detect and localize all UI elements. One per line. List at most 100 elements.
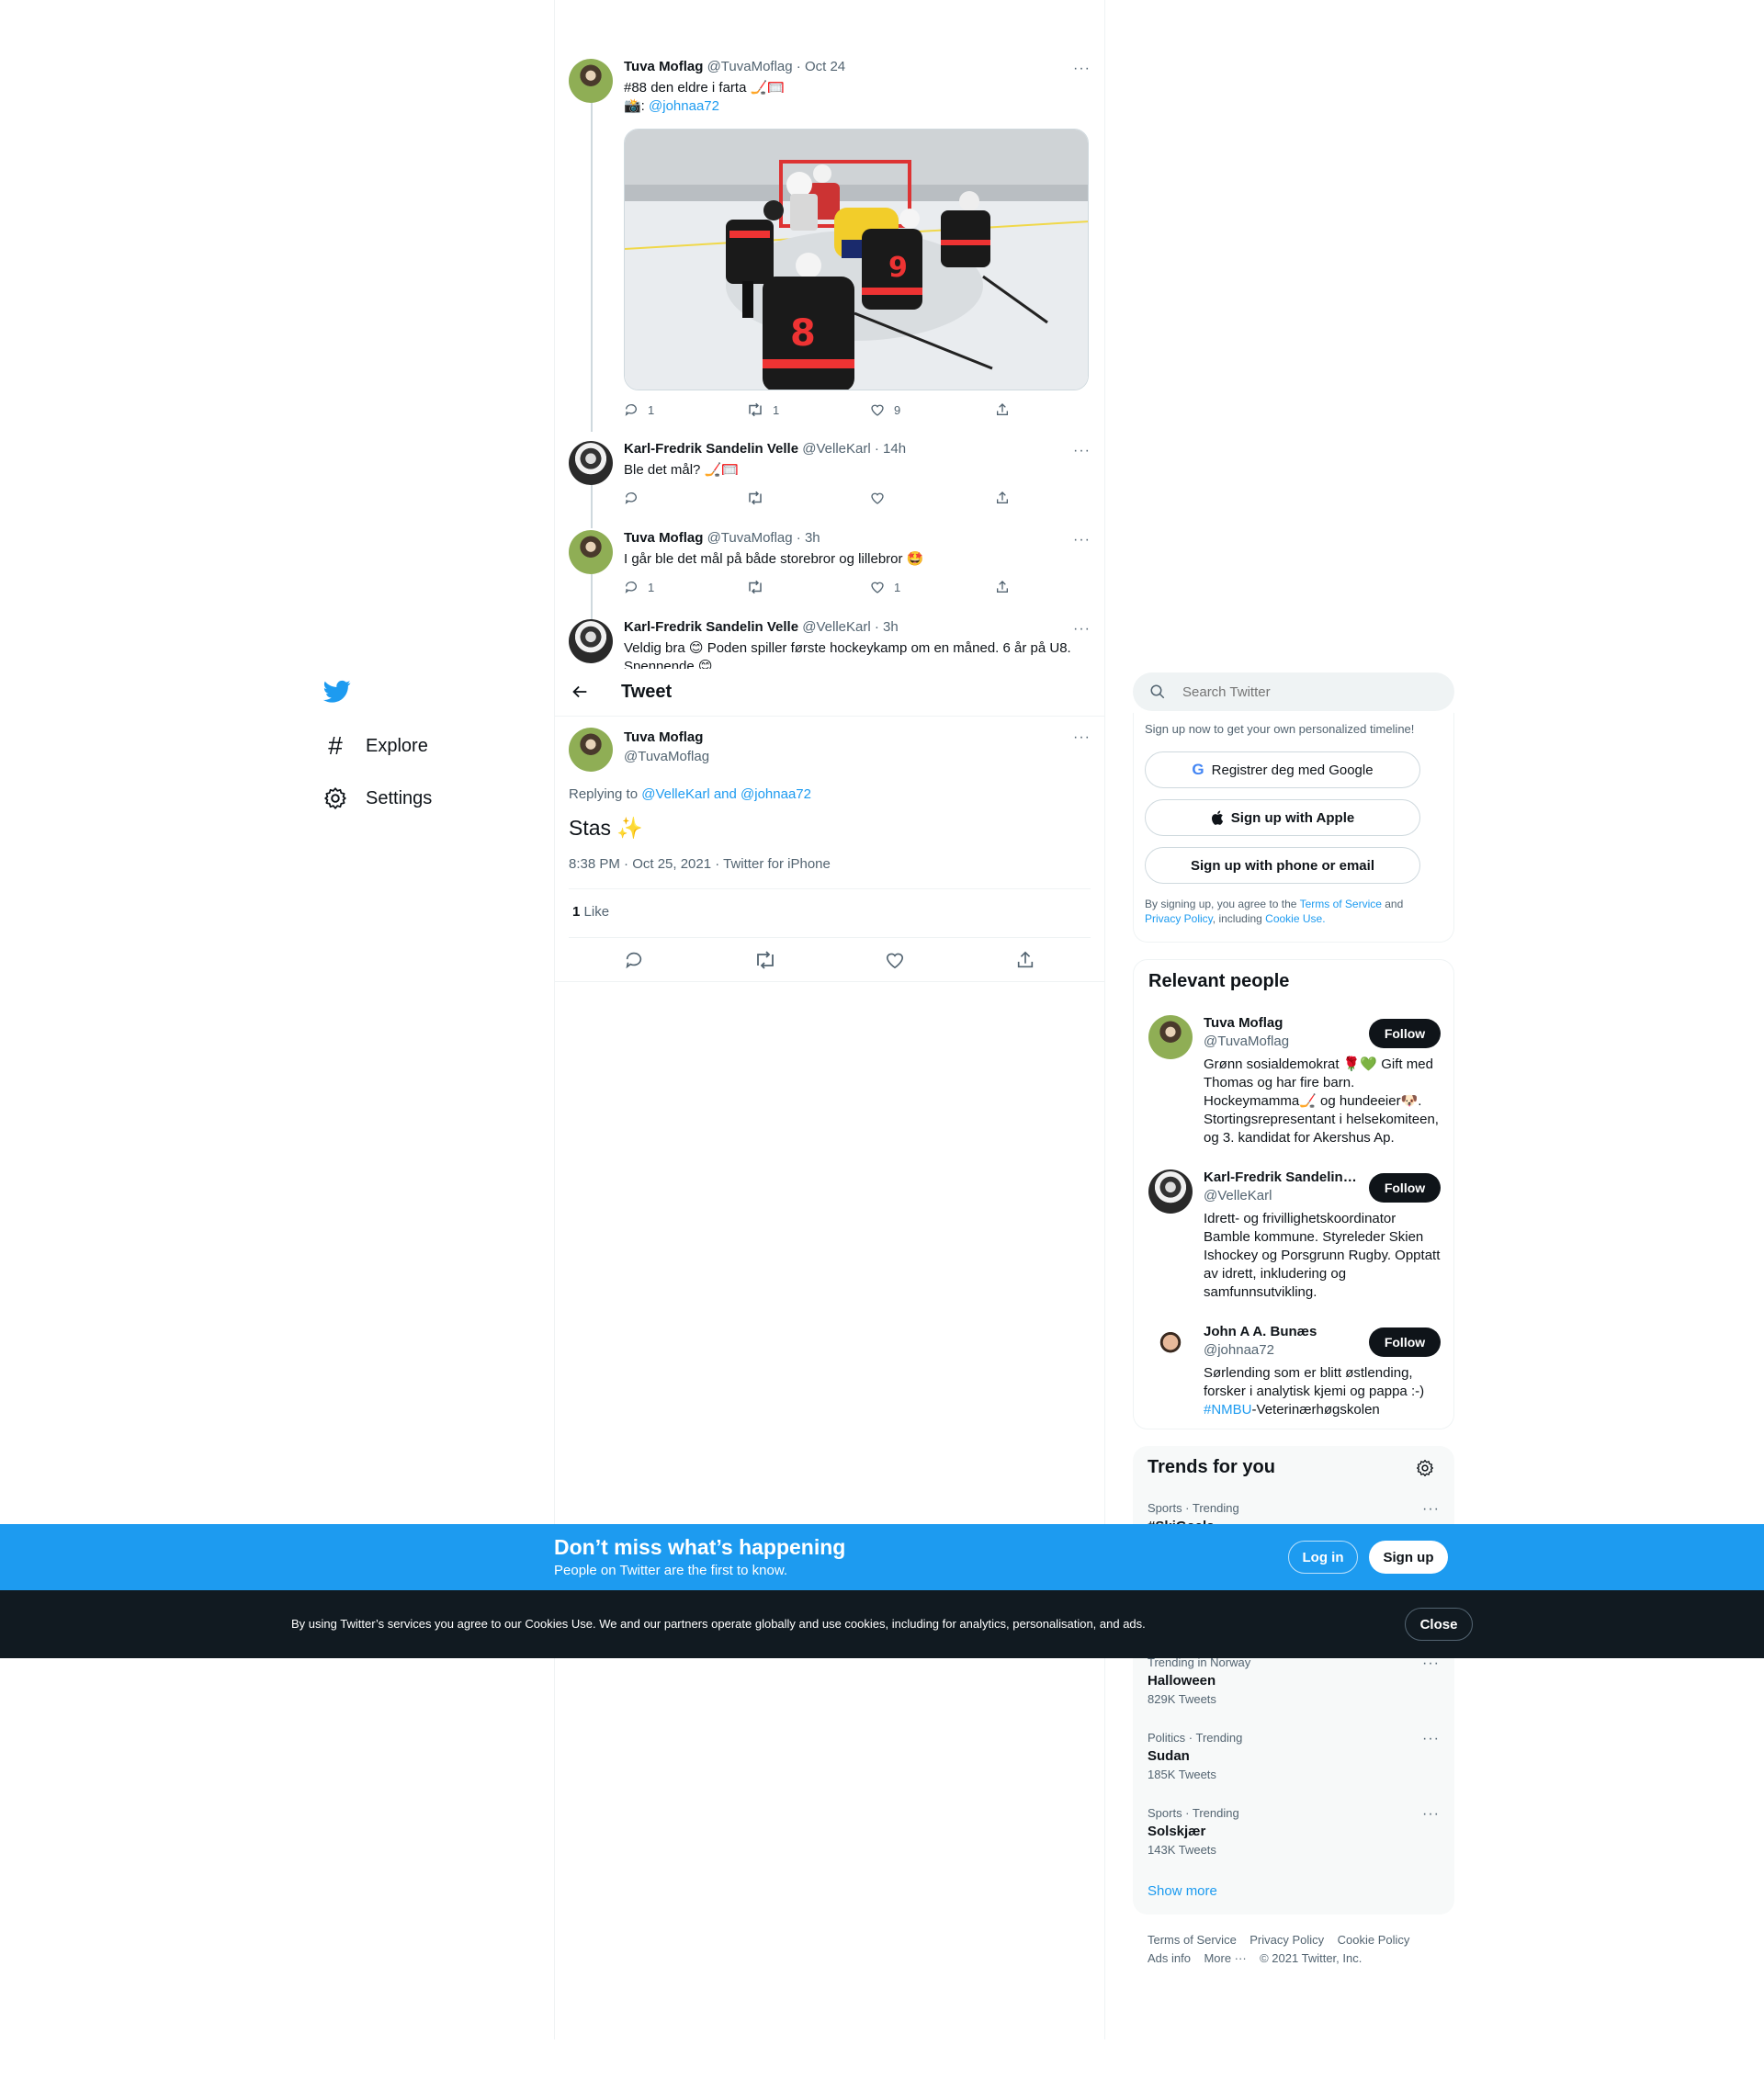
person-card[interactable]: Tuva Moflag @TuvaMoflag Follow Grønn sos… xyxy=(1148,1015,1441,1153)
avatar[interactable] xyxy=(569,530,613,574)
login-button[interactable]: Log in xyxy=(1288,1541,1358,1574)
person-name[interactable]: John A A. Bunæs xyxy=(1204,1324,1360,1339)
follow-button[interactable]: Follow xyxy=(1369,1173,1441,1203)
trends-settings-icon[interactable] xyxy=(1416,1459,1434,1477)
share-icon xyxy=(997,403,1008,415)
avatar[interactable] xyxy=(569,728,613,772)
avatar[interactable] xyxy=(569,441,613,485)
like-button[interactable] xyxy=(885,950,905,970)
retweet-button[interactable] xyxy=(747,580,763,594)
retweet-button[interactable]: 1 xyxy=(747,402,779,417)
person-name[interactable]: Tuva Moflag xyxy=(1204,1015,1360,1031)
trend-item[interactable]: Politics · Trending Sudan 185K Tweets ··… xyxy=(1148,1731,1440,1781)
main-tweet-actions xyxy=(569,948,1091,985)
search-input[interactable] xyxy=(1182,682,1430,702)
like-count: 9 xyxy=(894,402,901,417)
more-icon[interactable]: ··· xyxy=(1073,621,1091,638)
author-handle[interactable]: @VelleKarl xyxy=(802,619,870,635)
tweet-line: #88 den eldre i farta 🏒🥅 xyxy=(624,80,785,96)
author-name[interactable]: Karl-Fredrik Sandelin Velle xyxy=(624,619,798,635)
person-handle[interactable]: @TuvaMoflag xyxy=(1204,1034,1289,1049)
more-icon[interactable]: ··· xyxy=(1073,729,1091,746)
more-icon[interactable]: ··· xyxy=(1073,61,1091,77)
share-button[interactable] xyxy=(995,580,1010,594)
signup-button[interactable]: Sign up xyxy=(1369,1541,1448,1574)
follow-button[interactable]: Follow xyxy=(1369,1019,1441,1048)
tweet-time[interactable]: · 3h xyxy=(797,530,820,546)
author-handle[interactable]: @TuvaMoflag xyxy=(707,530,793,546)
author-name[interactable]: Tuva Moflag xyxy=(624,530,703,546)
trend-item[interactable]: Sports · Trending Solskjær 143K Tweets ·… xyxy=(1148,1806,1440,1857)
footer-cookie-link[interactable]: Cookie Policy xyxy=(1338,1933,1410,1947)
nav-settings[interactable]: Settings xyxy=(323,786,432,810)
like-button[interactable]: 1 xyxy=(870,580,900,594)
retweet-button[interactable] xyxy=(754,950,776,970)
thread-tweet[interactable]: Karl-Fredrik Sandelin Velle @VelleKarl ·… xyxy=(569,441,1091,514)
share-icon xyxy=(997,491,1008,503)
terms-link[interactable]: Terms of Service xyxy=(1300,898,1382,910)
tweet-time[interactable]: · 3h xyxy=(875,619,899,635)
avatar[interactable] xyxy=(1148,1169,1193,1214)
author-name[interactable]: Tuva Moflag xyxy=(624,59,703,74)
share-icon xyxy=(997,581,1008,593)
bio-hashtag-link[interactable]: #NMBU xyxy=(1204,1402,1252,1418)
author-handle[interactable]: @VelleKarl xyxy=(802,441,870,457)
footer-ads-link[interactable]: Ads info xyxy=(1148,1951,1191,1965)
mention-link[interactable]: @johnaa72 xyxy=(649,98,719,114)
retweet-button[interactable] xyxy=(747,491,763,505)
nav-explore[interactable]: # Explore xyxy=(323,733,428,759)
privacy-link[interactable]: Privacy Policy xyxy=(1145,912,1213,925)
person-card[interactable]: John A A. Bunæs @johnaa72 Follow Sørlend… xyxy=(1148,1324,1441,1425)
footer-terms-link[interactable]: Terms of Service xyxy=(1148,1933,1237,1947)
cookie-link[interactable]: Cookie Use. xyxy=(1265,912,1325,925)
more-icon[interactable]: ··· xyxy=(1422,1731,1440,1747)
google-signup-button[interactable]: G Registrer deg med Google xyxy=(1145,751,1420,788)
author-handle[interactable]: @TuvaMoflag xyxy=(707,59,793,74)
author-handle[interactable]: @TuvaMoflag xyxy=(624,749,709,764)
more-icon[interactable]: ··· xyxy=(1422,1501,1440,1518)
avatar[interactable] xyxy=(569,59,613,103)
reply-button[interactable]: 1 xyxy=(624,580,654,594)
person-card[interactable]: Karl-Fredrik Sandelin Velle @VelleKarl F… xyxy=(1148,1169,1441,1307)
reply-button[interactable] xyxy=(624,950,644,970)
like-button[interactable] xyxy=(870,491,885,505)
author-name[interactable]: Karl-Fredrik Sandelin Velle xyxy=(624,441,798,457)
author-name[interactable]: Tuva Moflag xyxy=(624,729,703,745)
twitter-logo-icon[interactable] xyxy=(323,680,351,704)
share-button[interactable] xyxy=(1015,950,1035,970)
reply-button[interactable]: 1 xyxy=(624,402,654,417)
avatar[interactable] xyxy=(1148,1324,1193,1368)
tweet-time[interactable]: · 14h xyxy=(875,441,906,457)
more-icon[interactable]: ··· xyxy=(1073,532,1091,548)
replying-to-link[interactable]: @VelleKarl and @johnaa72 xyxy=(641,786,811,802)
tweet-photo[interactable]: 9 8 xyxy=(624,129,1089,390)
avatar[interactable] xyxy=(1148,1015,1193,1059)
thread-tweet[interactable]: Tuva Moflag @TuvaMoflag · 3h ··· I går b… xyxy=(569,530,1091,604)
share-button[interactable] xyxy=(995,491,1010,505)
share-button[interactable] xyxy=(995,402,1010,417)
footer-privacy-link[interactable]: Privacy Policy xyxy=(1250,1933,1324,1947)
show-more-link[interactable]: Show more xyxy=(1148,1883,1217,1899)
thread-tweet[interactable]: Tuva Moflag @TuvaMoflag · Oct 24 ··· #88… xyxy=(569,59,1091,426)
tweet-meta[interactable]: 8:38 PM · Oct 25, 2021 · Twitter for iPh… xyxy=(569,856,831,872)
reply-button[interactable] xyxy=(624,491,639,505)
thread-tweet[interactable]: Karl-Fredrik Sandelin Velle @VelleKarl ·… xyxy=(569,619,1091,669)
avatar[interactable] xyxy=(569,619,613,663)
like-button[interactable]: 9 xyxy=(870,402,900,417)
back-arrow-icon[interactable] xyxy=(570,682,590,702)
person-handle[interactable]: @johnaa72 xyxy=(1204,1342,1274,1358)
apple-signup-button[interactable]: Sign up with Apple xyxy=(1145,799,1420,836)
cookie-close-button[interactable]: Close xyxy=(1405,1608,1473,1641)
google-icon: G xyxy=(1192,761,1204,778)
person-handle[interactable]: @VelleKarl xyxy=(1204,1188,1272,1203)
more-icon[interactable]: ··· xyxy=(1073,443,1091,459)
tweet-time[interactable]: · Oct 24 xyxy=(797,59,845,74)
trend-item[interactable]: Trending in Norway Halloween 829K Tweets… xyxy=(1148,1655,1440,1706)
person-name[interactable]: Karl-Fredrik Sandelin Velle xyxy=(1204,1169,1360,1185)
follow-button[interactable]: Follow xyxy=(1369,1327,1441,1357)
search-box[interactable] xyxy=(1133,672,1454,711)
likes-stat[interactable]: 1 Like xyxy=(572,904,609,920)
more-icon[interactable]: ··· xyxy=(1422,1806,1440,1823)
footer-more-link[interactable]: More ··· xyxy=(1204,1951,1246,1965)
phone-signup-button[interactable]: Sign up with phone or email xyxy=(1145,847,1420,884)
